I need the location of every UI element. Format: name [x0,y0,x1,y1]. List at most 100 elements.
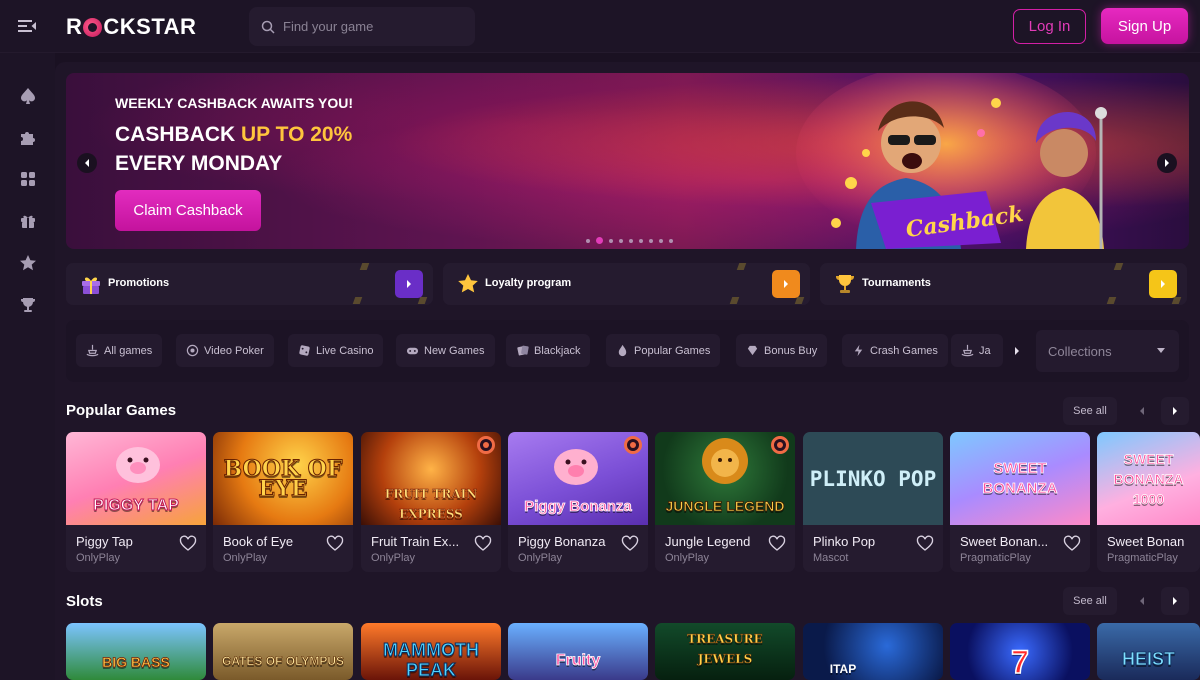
ship-icon [961,344,974,357]
category-video-poker[interactable]: Video Poker [176,334,274,367]
slots-next-button[interactable] [1161,587,1189,615]
chevron-right-icon [1173,597,1177,605]
loyalty-arrow-button[interactable] [772,270,800,298]
rockstar-logo[interactable]: R CKSTAR [66,14,196,40]
chevron-right-icon [1173,407,1177,415]
search-input[interactable] [283,19,463,34]
heart-icon[interactable] [474,535,492,553]
game-art-title: GATES OF OLYMPUS [221,653,345,668]
game-info: Book of Eye OnlyPlay [213,525,353,572]
tournaments-arrow-button[interactable] [1149,270,1177,298]
category-all-games[interactable]: All games [76,334,163,367]
gift-icon[interactable] [18,211,38,231]
chevron-left-icon [1140,407,1144,415]
game-art-title: PIGGY TAP [93,496,180,514]
banner-prev-button[interactable] [77,153,97,173]
game-art-title: HEIST [1121,648,1176,669]
promo-banner[interactable]: WEEKLY CASHBACK AWAITS YOU! CASHBACK UP … [66,73,1189,249]
chip-label: Video Poker [204,344,264,357]
promotions-link[interactable]: Promotions [66,263,433,305]
slots-see-all-button[interactable]: See all [1063,587,1117,615]
slot-card[interactable]: ITAP [803,623,943,680]
game-card-plinko-pop[interactable]: PLINKO POP Plinko Pop Mascot [803,432,943,572]
heart-icon[interactable] [768,535,786,553]
popular-see-all-button[interactable]: See all [1063,397,1117,425]
game-info: Plinko Pop Mascot [803,525,943,572]
slot-card[interactable]: BIG BASS [66,623,206,680]
heart-icon[interactable] [916,535,934,553]
game-thumbnail: BIG BASS [66,623,206,680]
signup-button[interactable]: Sign Up [1101,8,1188,44]
banner-subtitle: WEEKLY CASHBACK AWAITS YOU! [115,95,354,111]
slot-card[interactable]: Fruity [508,623,648,680]
spade-icon[interactable] [18,86,38,106]
slot-card[interactable]: MAMMOTH PEAK [361,623,501,680]
game-card-jungle-legend[interactable]: JUNGLE LEGEND Jungle Legend OnlyPlay [655,432,795,572]
poker-chip-icon [186,344,199,357]
game-provider: OnlyPlay [76,552,121,564]
slot-card[interactable]: TREASURE JEWELS [655,623,795,680]
heart-icon[interactable] [1063,535,1081,553]
category-popular-games[interactable]: Popular Games [606,334,721,367]
grid-icon[interactable] [18,169,38,189]
collections-dropdown[interactable]: Collections [1036,330,1179,372]
search-icon [261,20,275,34]
popular-prev-button[interactable] [1128,397,1156,425]
slot-card[interactable]: 7 [950,623,1090,680]
trophy-icon[interactable] [18,295,38,315]
category-blackjack[interactable]: Blackjack [506,334,591,367]
game-name: Piggy Bonanza [518,534,606,549]
chip-label: Blackjack [534,344,581,357]
chip-label: New Games [424,344,485,357]
login-button[interactable]: Log In [1013,9,1086,44]
game-card-sweet-bonanza[interactable]: SWEET BONANZA Sweet Bonan... PragmaticPl… [950,432,1090,572]
category-ja[interactable]: Ja [951,334,1003,367]
game-card-piggy-bonanza[interactable]: Piggy Bonanza Piggy Bonanza OnlyPlay [508,432,648,572]
promotions-arrow-button[interactable] [395,270,423,298]
heart-icon[interactable] [179,535,197,553]
banner-dot[interactable] [586,238,590,243]
game-art-title: 7 [1010,643,1029,680]
banner-dot[interactable] [619,238,623,243]
game-info: Jungle Legend OnlyPlay [655,525,795,572]
banner-rocker-illustration: Cashback [796,73,1107,249]
game-provider: OnlyPlay [371,552,416,564]
slot-card[interactable]: HEIST [1097,623,1200,680]
banner-dot[interactable] [649,238,653,243]
lion-art-icon [702,438,748,484]
star-icon[interactable] [18,253,38,273]
category-live-casino[interactable]: Live Casino [288,334,384,367]
game-card-fruit-train-express[interactable]: FRUIT TRAIN EXPRESS Fruit Train Ex... On… [361,432,501,572]
banner-dot[interactable] [609,238,613,243]
category-new-games[interactable]: New Games [396,334,495,367]
cards-icon [517,345,529,356]
loyalty-program-link[interactable]: Loyalty program [443,263,810,305]
chip-label: All games [104,344,153,357]
heart-icon[interactable] [621,535,639,553]
category-bar: All games Video Poker Live Casino New Ga… [66,320,1189,382]
popular-next-button[interactable] [1161,397,1189,425]
claim-cashback-button[interactable]: Claim Cashback [115,190,261,231]
heart-icon[interactable] [326,535,344,553]
gift-icon [82,277,100,294]
game-art-title: SWEET BONANZA [982,459,1058,497]
slot-card[interactable]: GATES OF OLYMPUS [213,623,353,680]
category-bonus-buy[interactable]: Bonus Buy [736,334,828,367]
menu-toggle-icon[interactable] [16,16,38,36]
chevron-left-icon [1140,597,1144,605]
category-crash-games[interactable]: Crash Games [842,334,948,367]
banner-dot[interactable] [639,238,643,243]
game-card-book-of-eye[interactable]: BOOK OF EYE Book of Eye OnlyPlay [213,432,353,572]
game-card-sweet-bonanza-1000[interactable]: SWEET BONANZA 1000 Sweet Bonan Pragmatic… [1097,432,1200,572]
slots-prev-button[interactable] [1128,587,1156,615]
game-card-piggy-tap[interactable]: PIGGY TAP Piggy Tap OnlyPlay [66,432,206,572]
banner-dot[interactable] [659,238,663,243]
puzzle-icon[interactable] [18,127,38,147]
banner-dot[interactable] [596,237,603,244]
search-box[interactable] [249,7,475,46]
categories-next-button[interactable] [1006,334,1028,367]
banner-dot[interactable] [669,238,673,243]
banner-dot[interactable] [629,238,633,243]
tournaments-link[interactable]: Tournaments [820,263,1187,305]
game-thumbnail: SWEET BONANZA 1000 [1097,432,1200,525]
